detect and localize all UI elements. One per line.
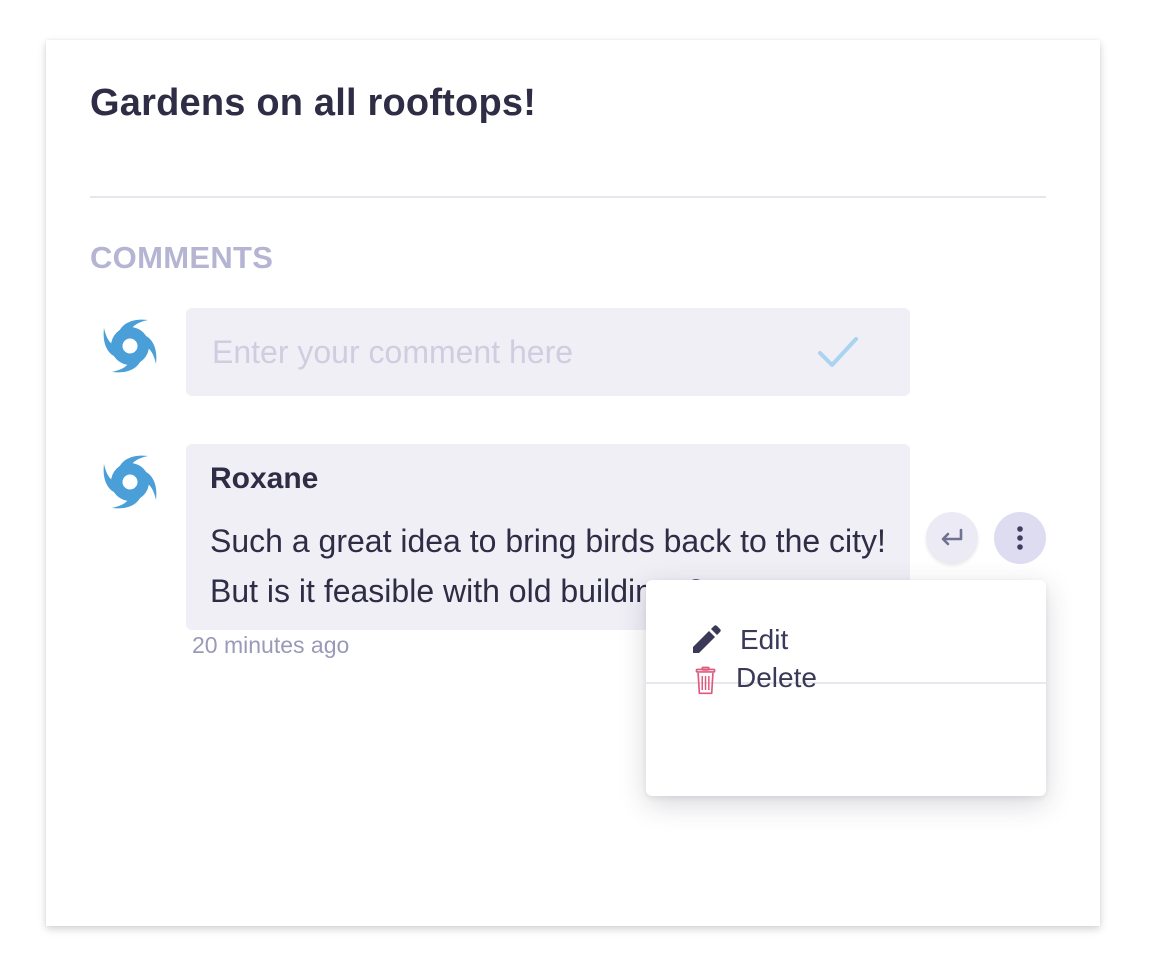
- edit-label: Edit: [740, 624, 789, 655]
- post-card: Gardens on all rooftops! COMMENTS Enter …: [46, 40, 1100, 926]
- page-title: Gardens on all rooftops!: [90, 82, 537, 124]
- check-icon[interactable]: [816, 332, 860, 372]
- comment-options-menu: Edit Delete: [646, 580, 1046, 796]
- comment-author: Roxane: [210, 462, 319, 495]
- hurricane-avatar-icon: [103, 455, 157, 509]
- comment-timestamp: 20 minutes ago: [192, 632, 350, 658]
- more-options-button[interactable]: [994, 512, 1046, 564]
- hurricane-avatar-icon: [103, 319, 157, 373]
- trash-icon: [695, 666, 716, 695]
- comment-author-avatar: [98, 450, 162, 514]
- reply-arrow-icon: [941, 528, 963, 546]
- pencil-icon: [693, 625, 721, 653]
- comment-input[interactable]: [210, 326, 804, 378]
- reply-button[interactable]: [926, 512, 978, 564]
- more-vertical-icon: [1017, 526, 1023, 550]
- new-comment-box: [186, 308, 910, 396]
- menu-item-delete[interactable]: Delete: [646, 662, 1046, 784]
- divider: [90, 196, 1046, 198]
- current-user-avatar: [98, 314, 162, 378]
- comments-heading: COMMENTS: [90, 240, 274, 275]
- delete-label: Delete: [736, 662, 817, 693]
